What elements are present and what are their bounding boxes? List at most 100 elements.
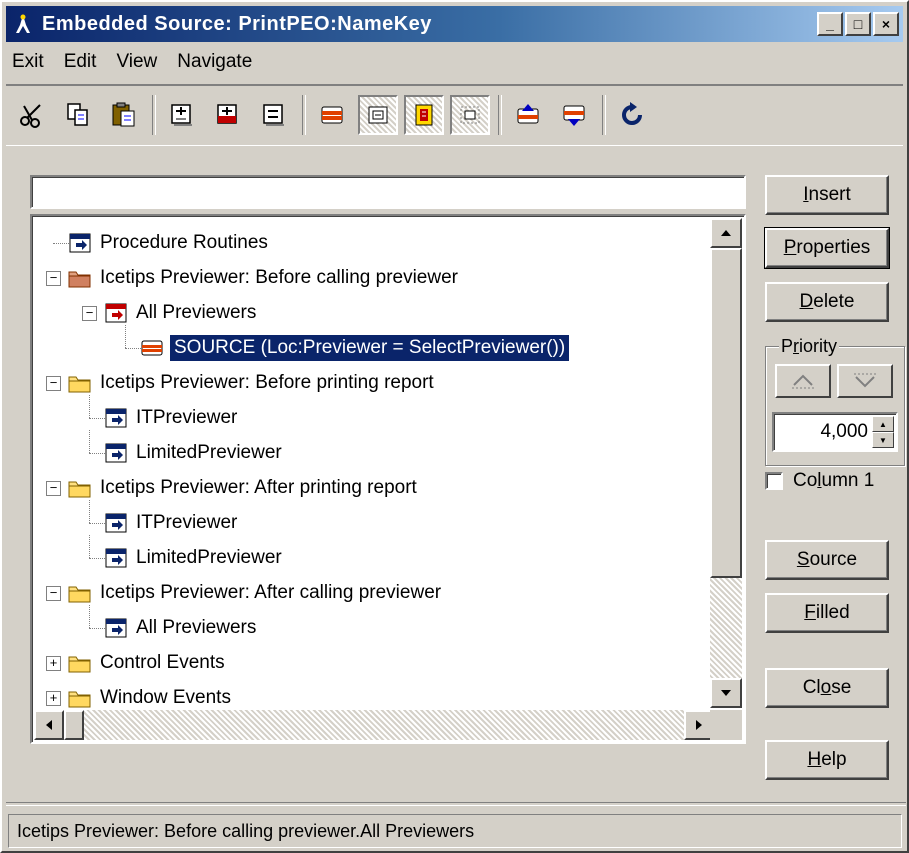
app-icon [16,14,30,33]
tree-node-selected[interactable]: SOURCE (Loc:Previewer = SelectPreviewer(… [170,331,570,365]
scroll-left-button[interactable] [34,710,64,740]
scroll-left-icon [46,720,52,730]
priority-spinner[interactable]: ▲ ▼ [872,416,894,448]
scroll-up-button[interactable] [710,218,742,248]
priority-value: 4,000 [820,421,868,442]
collapse-node-icon[interactable]: − [46,376,61,391]
insert-after-button[interactable] [254,95,294,135]
spin-up-icon[interactable]: ▲ [872,416,894,432]
horizontal-scrollbar[interactable] [34,710,714,740]
scroll-right-icon [696,720,702,730]
close-window-button[interactable]: × [873,12,899,36]
menu-navigate[interactable]: Navigate [167,51,262,73]
minimize-button[interactable]: _ [817,12,843,36]
column-1-checkbox[interactable] [765,472,783,490]
menu-edit[interactable]: Edit [54,51,107,73]
open-folder-red-icon [68,271,91,288]
tree-node-label: All Previewers [136,302,257,323]
refresh-button[interactable] [612,95,652,135]
previous-embed-icon [517,104,539,124]
tree-node[interactable]: All Previewers [132,296,260,330]
view-selected-icon [460,106,480,124]
toolbar-separator [498,95,502,135]
spin-down-icon[interactable]: ▼ [872,432,894,448]
collapse-node-icon[interactable]: − [46,271,61,286]
priority-down-button[interactable] [837,364,893,398]
menu-bar: Exit Edit View Navigate [6,46,903,78]
embed-point-icon [105,548,127,568]
tree-node[interactable]: ITPreviewer [132,506,241,540]
insert-button[interactable]: Insert [765,175,889,215]
expand-node-icon[interactable]: + [46,691,61,706]
tree-node[interactable]: LimitedPreviewer [132,541,286,575]
menu-exit[interactable]: Exit [6,51,54,73]
column-1-checkbox-row[interactable]: Column 1 [765,470,874,492]
tree-viewport: Procedure Routines − Icetips Previewer: Be… [34,218,714,708]
view-selected-button[interactable] [450,95,490,135]
toolbar-separator [152,95,156,135]
tree-node[interactable]: Icetips Previewer: Before calling previe… [96,261,462,295]
insert-above-button[interactable] [162,95,202,135]
tree-connector [89,605,90,628]
vertical-scrollbar[interactable] [710,218,742,708]
embed-tree[interactable]: Procedure Routines − Icetips Previewer: Be… [30,214,746,744]
collapse-node-icon[interactable]: − [82,306,97,321]
tree-node[interactable]: ITPreviewer [132,401,241,435]
tree-node[interactable]: Procedure Routines [96,226,272,260]
embed-filled-button[interactable] [404,95,444,135]
priority-down-icon [854,373,876,388]
close-button-label: Close [802,677,852,698]
tree-node[interactable]: Window Events [96,681,235,708]
priority-up-icon [792,374,814,389]
help-button[interactable]: Help [765,740,889,780]
insert-below-icon [217,104,237,124]
tree-node[interactable]: LimitedPreviewer [132,436,286,470]
filled-button[interactable]: Filled [765,593,889,633]
delete-embed-button[interactable] [312,95,352,135]
source-button[interactable]: Source [765,540,889,580]
priority-spin-field[interactable]: 4,000 ▲ ▼ [772,412,898,452]
menu-view[interactable]: View [106,51,167,73]
tree-node-label: Icetips Previewer: Before printing repor… [100,372,434,393]
title-bar[interactable]: Embedded Source: PrintPEO:NameKey _ □ × [6,6,903,42]
next-embed-button[interactable] [554,95,594,135]
view-code-button[interactable] [358,95,398,135]
tree-node-label: Procedure Routines [100,232,268,253]
tree-node[interactable]: Icetips Previewer: Before printing repor… [96,366,438,400]
delete-button[interactable]: Delete [765,282,889,322]
tree-connector [89,523,105,524]
tree-node[interactable]: Icetips Previewer: After calling preview… [96,576,445,610]
close-button[interactable]: Close [765,668,889,708]
tree-node[interactable]: Icetips Previewer: After printing report [96,471,421,505]
tree-node-label: All Previewers [136,617,257,638]
tree-node[interactable]: Control Events [96,646,229,680]
minimize-icon: _ [826,16,834,32]
collapse-node-icon[interactable]: − [46,481,61,496]
collapse-node-icon[interactable]: − [46,586,61,601]
embed-point-red-icon [105,303,127,323]
priority-label: Priority [779,336,840,357]
maximize-button[interactable]: □ [845,12,871,36]
status-bar: Icetips Previewer: Before calling previe… [8,814,902,848]
previous-embed-button[interactable] [508,95,548,135]
insert-below-button[interactable] [208,95,248,135]
delete-embed-icon [321,106,343,124]
filled-button-label: Filled [804,602,850,623]
vertical-scroll-thumb[interactable] [710,248,742,578]
paste-button[interactable] [104,95,144,135]
toolbar-separator [302,95,306,135]
embedded-source-window: Embedded Source: PrintPEO:NameKey _ □ × … [0,0,909,853]
horizontal-scroll-thumb[interactable] [64,710,84,740]
tree-node[interactable]: All Previewers [132,611,260,645]
priority-up-button[interactable] [775,364,831,398]
tree-node-label: ITPreviewer [136,512,238,533]
copy-button[interactable] [58,95,98,135]
folder-icon [68,691,91,708]
status-text: Icetips Previewer: Before calling previe… [17,820,475,841]
scroll-down-button[interactable] [710,678,742,708]
view-code-icon [368,106,388,124]
properties-button[interactable]: Properties [764,227,890,269]
embed-search-input[interactable] [30,175,746,209]
cut-button[interactable] [12,95,52,135]
expand-node-icon[interactable]: + [46,656,61,671]
